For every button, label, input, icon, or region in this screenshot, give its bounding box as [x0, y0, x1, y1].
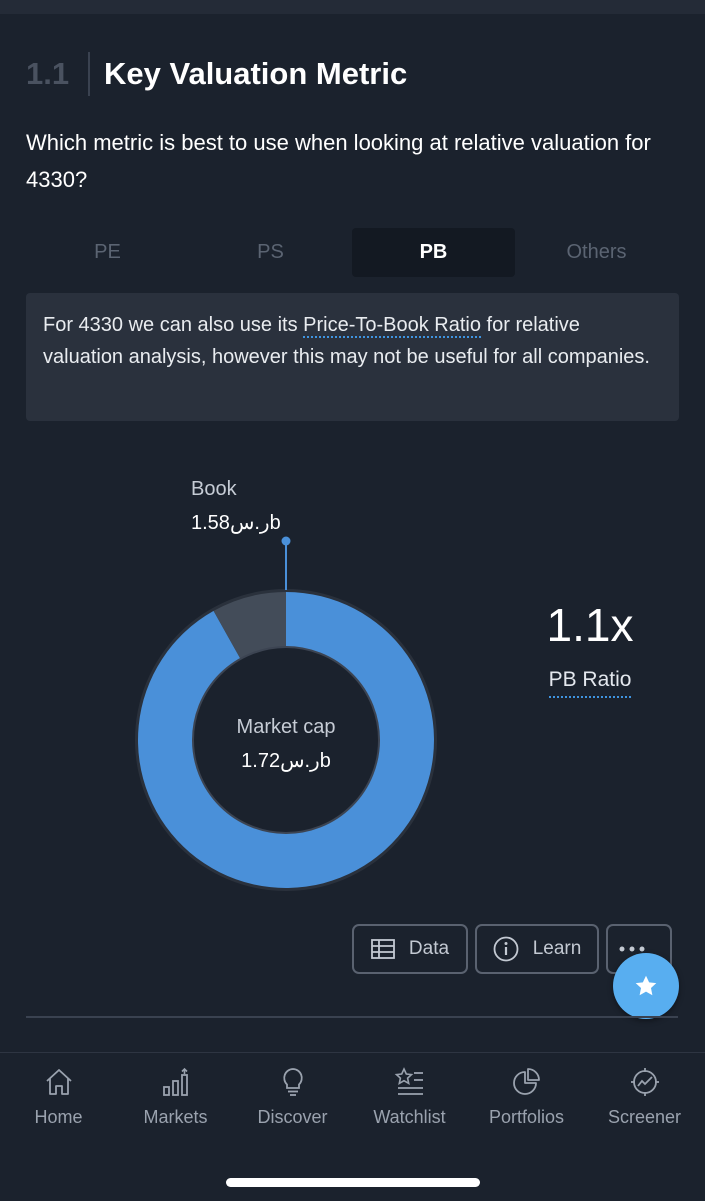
learn-button[interactable]: Learn [475, 924, 599, 974]
content-divider [26, 1016, 678, 1018]
info-prefix: For 4330 we can also use its [43, 314, 304, 336]
pb-ratio-value: 1.1x [546, 599, 634, 651]
nav-home-label: Home [34, 1107, 83, 1127]
data-button-label: Data [408, 938, 450, 959]
nav-portfolios[interactable]: Portfolios [468, 1067, 585, 1128]
home-indicator [226, 1178, 480, 1187]
data-button[interactable]: Data [352, 924, 468, 974]
tab-pe[interactable]: PE [26, 228, 189, 277]
section-number: 1.1 [26, 56, 70, 91]
nav-watchlist[interactable]: Watchlist [351, 1067, 468, 1128]
metric-tabs: PE PS PB Others [26, 228, 678, 277]
home-icon [45, 1069, 72, 1095]
nav-markets[interactable]: Markets [117, 1067, 234, 1128]
section-header: 1.1 Key Valuation Metric [26, 52, 407, 96]
market-cap-label: Market cap [237, 716, 336, 738]
watchlist-icon [394, 1067, 423, 1095]
section-title: Key Valuation Metric [104, 56, 408, 91]
favorite-fab[interactable] [613, 953, 679, 1019]
nav-screener[interactable]: Screener [586, 1067, 703, 1128]
tab-ps[interactable]: PS [189, 228, 352, 277]
info-icon [493, 936, 519, 962]
donut-hole [192, 646, 380, 834]
table-icon [371, 939, 395, 959]
nav-markets-label: Markets [143, 1107, 208, 1127]
book-label: Book [191, 478, 238, 500]
pie-chart-icon [512, 1068, 540, 1095]
price-to-book-link[interactable]: Price-To-Book Ratio [303, 314, 481, 338]
nav-watchlist-label: Watchlist [373, 1107, 446, 1127]
star-icon [635, 975, 657, 996]
pb-ratio-label[interactable]: PB Ratio [548, 668, 632, 698]
pb-ratio-panel: 1.1x PB Ratio [500, 598, 680, 698]
market-cap-value: ر.س1.72b [241, 750, 331, 772]
info-box: For 4330 we can also use its Price-To-Bo… [26, 293, 679, 421]
book-value: ر.س1.58b [191, 512, 281, 534]
markets-icon [162, 1067, 188, 1096]
nav-discover-label: Discover [257, 1107, 328, 1127]
tab-pb[interactable]: PB [352, 228, 515, 277]
top-strip [0, 0, 705, 14]
nav-home[interactable]: Home [0, 1067, 117, 1128]
nav-screener-label: Screener [607, 1107, 682, 1127]
nav-portfolios-label: Portfolios [488, 1107, 565, 1127]
lightbulb-icon [282, 1068, 303, 1096]
question-text: Which metric is best to use when looking… [26, 130, 651, 192]
more-dots-icon [619, 946, 645, 952]
nav-discover[interactable]: Discover [234, 1067, 351, 1128]
section-divider [88, 52, 90, 96]
book-pointer-dot [281, 536, 291, 546]
screener-icon [630, 1068, 659, 1096]
tab-others[interactable]: Others [515, 228, 678, 277]
learn-button-label: Learn [532, 938, 582, 959]
